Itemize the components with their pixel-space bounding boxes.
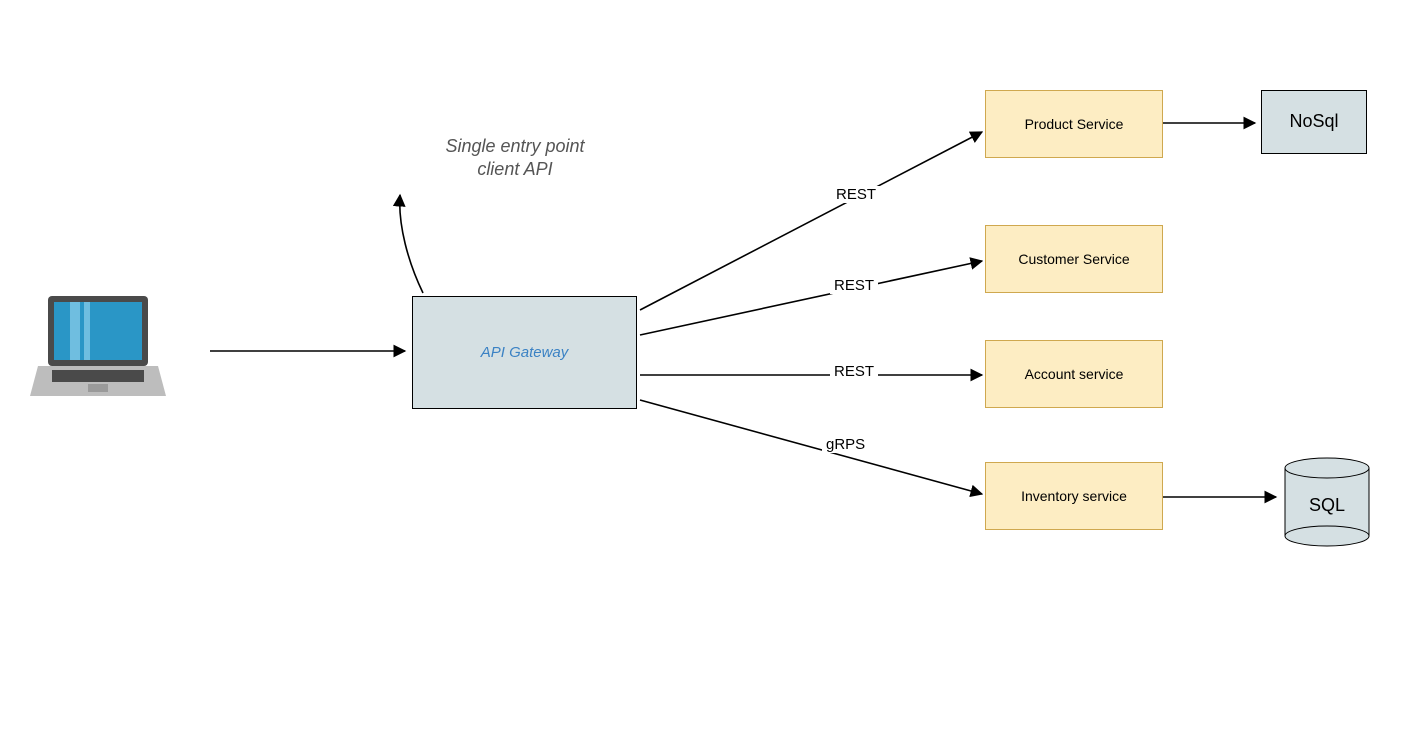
customer-service-node: Customer Service (985, 225, 1163, 293)
product-service-node: Product Service (985, 90, 1163, 158)
api-gateway-node: API Gateway (412, 296, 637, 409)
edge-label-grps-inventory: gRPS (822, 436, 869, 453)
nosql-label: NoSql (1289, 110, 1338, 133)
inventory-service-node: Inventory service (985, 462, 1163, 530)
sql-label: SQL (1309, 495, 1345, 515)
edge-label-rest-customer: REST (830, 277, 878, 294)
account-service-label: Account service (1025, 365, 1124, 383)
product-service-label: Product Service (1025, 115, 1124, 133)
diagram-svg (0, 0, 1427, 754)
nosql-node: NoSql (1261, 90, 1367, 154)
edge-label-rest-account: REST (830, 363, 878, 380)
account-service-node: Account service (985, 340, 1163, 408)
edge-label-rest-product: REST (832, 186, 880, 203)
laptop-icon (30, 296, 166, 396)
api-gateway-label: API Gateway (481, 343, 569, 363)
annotation-line2: client API (477, 159, 552, 179)
sql-node-label: SQL (1285, 495, 1369, 516)
customer-service-label: Customer Service (1018, 250, 1129, 268)
annotation-line1: Single entry point (445, 136, 584, 156)
inventory-service-label: Inventory service (1021, 487, 1127, 505)
annotation-text: Single entry point client API (415, 135, 615, 180)
